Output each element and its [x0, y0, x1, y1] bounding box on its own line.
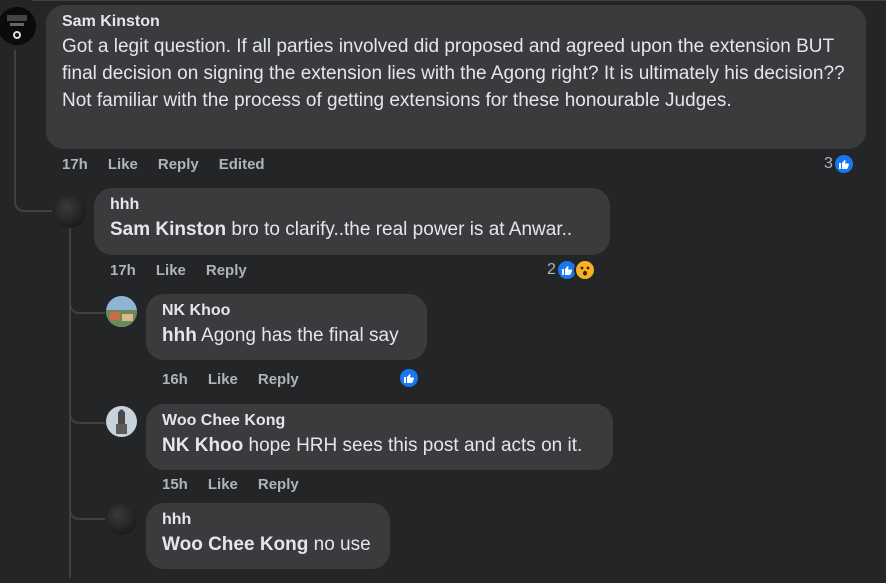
- edited-label: Edited: [218, 156, 265, 173]
- comment-text: Agong has the final say: [196, 325, 399, 346]
- comment-actions: 17h Like Reply Edited: [62, 156, 265, 173]
- thread-line-main: [14, 50, 16, 200]
- thread-connector: [69, 496, 105, 520]
- avatar[interactable]: [106, 406, 137, 437]
- comment-bubble: Sam Kinston Got a legit question. If all…: [46, 5, 866, 149]
- thread-connector: [69, 290, 105, 314]
- mention-link[interactable]: hhh: [162, 325, 197, 346]
- comment-author[interactable]: Sam Kinston: [62, 13, 854, 31]
- comment-bubble: Woo Chee Kong NK Khoo hope HRH sees this…: [146, 404, 613, 470]
- comment-bubble: NK Khoo hhh Agong has the final say: [146, 294, 427, 360]
- timestamp[interactable]: 15h: [162, 476, 188, 493]
- avatar-image: [106, 296, 137, 327]
- comment-author[interactable]: hhh: [162, 511, 378, 529]
- comment-author[interactable]: Woo Chee Kong: [162, 412, 601, 430]
- comment-actions: 15h Like Reply: [162, 476, 299, 493]
- comment-actions: 16h Like Reply: [162, 371, 299, 388]
- reply-button[interactable]: Reply: [258, 371, 299, 388]
- comment-bubble: hhh Woo Chee Kong no use: [146, 503, 390, 569]
- comment-actions: 17h Like Reply: [110, 262, 247, 279]
- timestamp[interactable]: 17h: [62, 156, 88, 173]
- like-button[interactable]: Like: [208, 476, 238, 493]
- like-button[interactable]: Like: [208, 371, 238, 388]
- top-divider: [32, 0, 886, 1]
- avatar[interactable]: [54, 196, 86, 228]
- reaction-summary[interactable]: 3: [824, 153, 855, 175]
- like-icon: [832, 153, 855, 175]
- avatar[interactable]: [0, 7, 36, 45]
- avatar-image: [0, 7, 36, 45]
- like-button[interactable]: Like: [156, 262, 186, 279]
- comment-author[interactable]: NK Khoo: [162, 302, 415, 320]
- avatar-image: [106, 406, 137, 437]
- reaction-count: 2: [547, 261, 556, 278]
- mention-link[interactable]: NK Khoo: [162, 435, 243, 456]
- reply-button[interactable]: Reply: [206, 262, 247, 279]
- thread-connector: [14, 188, 52, 212]
- mention-link[interactable]: Sam Kinston: [110, 219, 226, 240]
- comment-text: no use: [308, 534, 371, 555]
- like-button[interactable]: Like: [108, 156, 138, 173]
- avatar[interactable]: [106, 504, 137, 535]
- comment-bubble: hhh Sam Kinston bro to clarify..the real…: [94, 188, 610, 255]
- comment-author[interactable]: hhh: [110, 196, 598, 214]
- timestamp[interactable]: 16h: [162, 371, 188, 388]
- reply-button[interactable]: Reply: [158, 156, 199, 173]
- reaction-summary[interactable]: [398, 367, 420, 389]
- thread-connector: [69, 400, 105, 424]
- comment-text: hope HRH sees this post and acts on it.: [243, 435, 583, 456]
- timestamp[interactable]: 17h: [110, 262, 136, 279]
- comment-text: bro to clarify..the real power is at Anw…: [226, 219, 573, 240]
- comment-text: Got a legit question. If all parties inv…: [62, 36, 845, 111]
- reply-button[interactable]: Reply: [258, 476, 299, 493]
- reaction-count: 3: [824, 155, 833, 172]
- avatar[interactable]: [106, 296, 137, 327]
- reaction-summary[interactable]: 2: [547, 259, 596, 281]
- like-icon: [398, 367, 420, 389]
- wow-icon: [573, 259, 596, 281]
- mention-link[interactable]: Woo Chee Kong: [162, 534, 308, 555]
